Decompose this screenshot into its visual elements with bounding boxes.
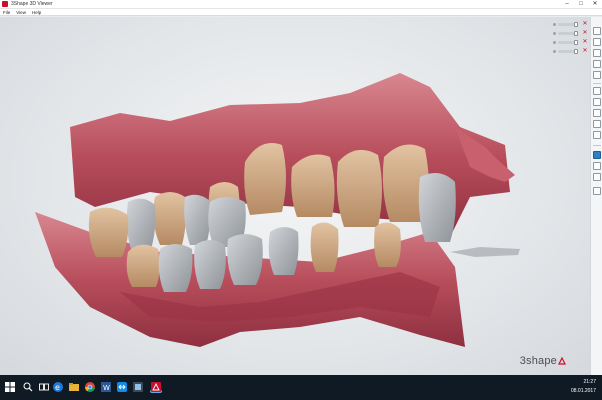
layer-row[interactable]: ✕	[544, 47, 588, 55]
back-view-icon[interactable]	[593, 49, 601, 57]
chrome-icon[interactable]	[84, 381, 96, 393]
close-icon[interactable]: ✕	[582, 20, 588, 28]
app-icon	[2, 1, 8, 7]
windows-start-icon[interactable]	[4, 381, 16, 393]
eye-icon[interactable]	[553, 49, 556, 53]
cross-section-icon[interactable]	[593, 173, 601, 181]
toolbar-divider	[593, 145, 601, 146]
home-icon[interactable]	[593, 27, 601, 35]
opacity-slider[interactable]	[558, 39, 578, 45]
toolbar-divider	[593, 83, 601, 84]
close-button[interactable]: ✕	[588, 0, 602, 9]
menu-view[interactable]: View	[16, 9, 26, 16]
layer-row[interactable]: ✕	[544, 38, 588, 46]
lower-prep-4	[268, 227, 299, 275]
file-explorer-icon[interactable]	[68, 381, 80, 393]
opacity-slider[interactable]	[558, 48, 578, 54]
close-icon[interactable]: ✕	[582, 38, 588, 46]
svg-text:e: e	[55, 383, 60, 392]
tooth-upper-6	[153, 192, 186, 245]
layer-panel: ✕ ✕ ✕ ✕	[544, 20, 588, 56]
maximize-button[interactable]: □	[574, 0, 588, 9]
svg-text:W: W	[103, 384, 110, 392]
tooth-lower-1	[88, 207, 129, 257]
prep-tooth-4	[418, 173, 456, 242]
view-toolbar	[590, 17, 602, 375]
logo-mark-icon	[558, 357, 566, 365]
teamviewer-icon[interactable]	[116, 381, 128, 393]
slider-handle[interactable]	[574, 39, 578, 45]
layer-row[interactable]: ✕	[544, 20, 588, 28]
logo-text: 3shape	[519, 355, 557, 367]
edge-icon[interactable]: e	[52, 381, 64, 393]
3shape-logo: 3shape	[520, 355, 566, 367]
title-bar: 3Shape 3D Viewer – □ ✕	[0, 0, 602, 9]
tooth-lower-3	[310, 222, 339, 272]
top-view-icon[interactable]	[593, 87, 601, 95]
slider-handle[interactable]	[574, 48, 578, 54]
word-icon[interactable]: W	[100, 381, 112, 393]
tooth-lower-4	[374, 222, 401, 267]
right-view-icon[interactable]	[593, 71, 601, 79]
front-view-icon[interactable]	[593, 38, 601, 46]
lower-prep-2	[194, 240, 226, 289]
prep-tooth-2	[184, 194, 211, 245]
close-icon[interactable]: ✕	[582, 47, 588, 55]
zoom-icon[interactable]	[593, 109, 601, 117]
clock-time: 21:27	[583, 379, 596, 385]
eye-icon[interactable]	[553, 40, 556, 44]
tooth-upper-3	[336, 149, 382, 227]
scan-fragment	[450, 247, 520, 257]
system-tray-clock[interactable]: 21:27 08.01.2017	[571, 378, 596, 396]
checkmark-icon[interactable]	[593, 187, 601, 195]
lower-prep-3	[227, 234, 263, 285]
opacity-slider[interactable]	[558, 21, 578, 27]
dental-scan-model[interactable]	[0, 17, 590, 375]
tooth-upper-2	[291, 154, 335, 217]
ruler-icon[interactable]	[593, 162, 601, 170]
opacity-slider[interactable]	[558, 30, 578, 36]
lower-prep-1	[158, 244, 193, 292]
3d-viewport[interactable]: ✕ ✕ ✕ ✕ 3shape	[0, 17, 590, 375]
slider-handle[interactable]	[574, 21, 578, 27]
menu-file[interactable]: File	[3, 9, 10, 16]
minimize-button[interactable]: –	[560, 0, 574, 9]
rotate-icon[interactable]	[593, 120, 601, 128]
search-icon[interactable]	[22, 381, 34, 393]
task-view-icon[interactable]	[38, 381, 50, 393]
eye-icon[interactable]	[553, 31, 556, 35]
layer-row[interactable]: ✕	[544, 29, 588, 37]
bottom-view-icon[interactable]	[593, 98, 601, 106]
prep-tooth-1	[126, 198, 156, 252]
menu-bar: File View Help	[0, 9, 602, 16]
3shape-viewer-icon[interactable]	[150, 381, 162, 393]
close-icon[interactable]: ✕	[582, 29, 588, 37]
pan-icon[interactable]	[593, 131, 601, 139]
slider-handle[interactable]	[574, 30, 578, 36]
clock-date: 08.01.2017	[570, 388, 596, 394]
menu-help[interactable]: Help	[32, 9, 41, 16]
windows-taskbar: e W 21:27 08.01.2017	[0, 375, 602, 400]
app-icon[interactable]	[132, 381, 144, 393]
texture-icon[interactable]	[593, 151, 601, 159]
eye-icon[interactable]	[553, 22, 556, 26]
window-title: 3Shape 3D Viewer	[11, 0, 53, 7]
window-controls: – □ ✕	[560, 0, 602, 9]
tooth-lower-2	[126, 244, 160, 287]
left-view-icon[interactable]	[593, 60, 601, 68]
